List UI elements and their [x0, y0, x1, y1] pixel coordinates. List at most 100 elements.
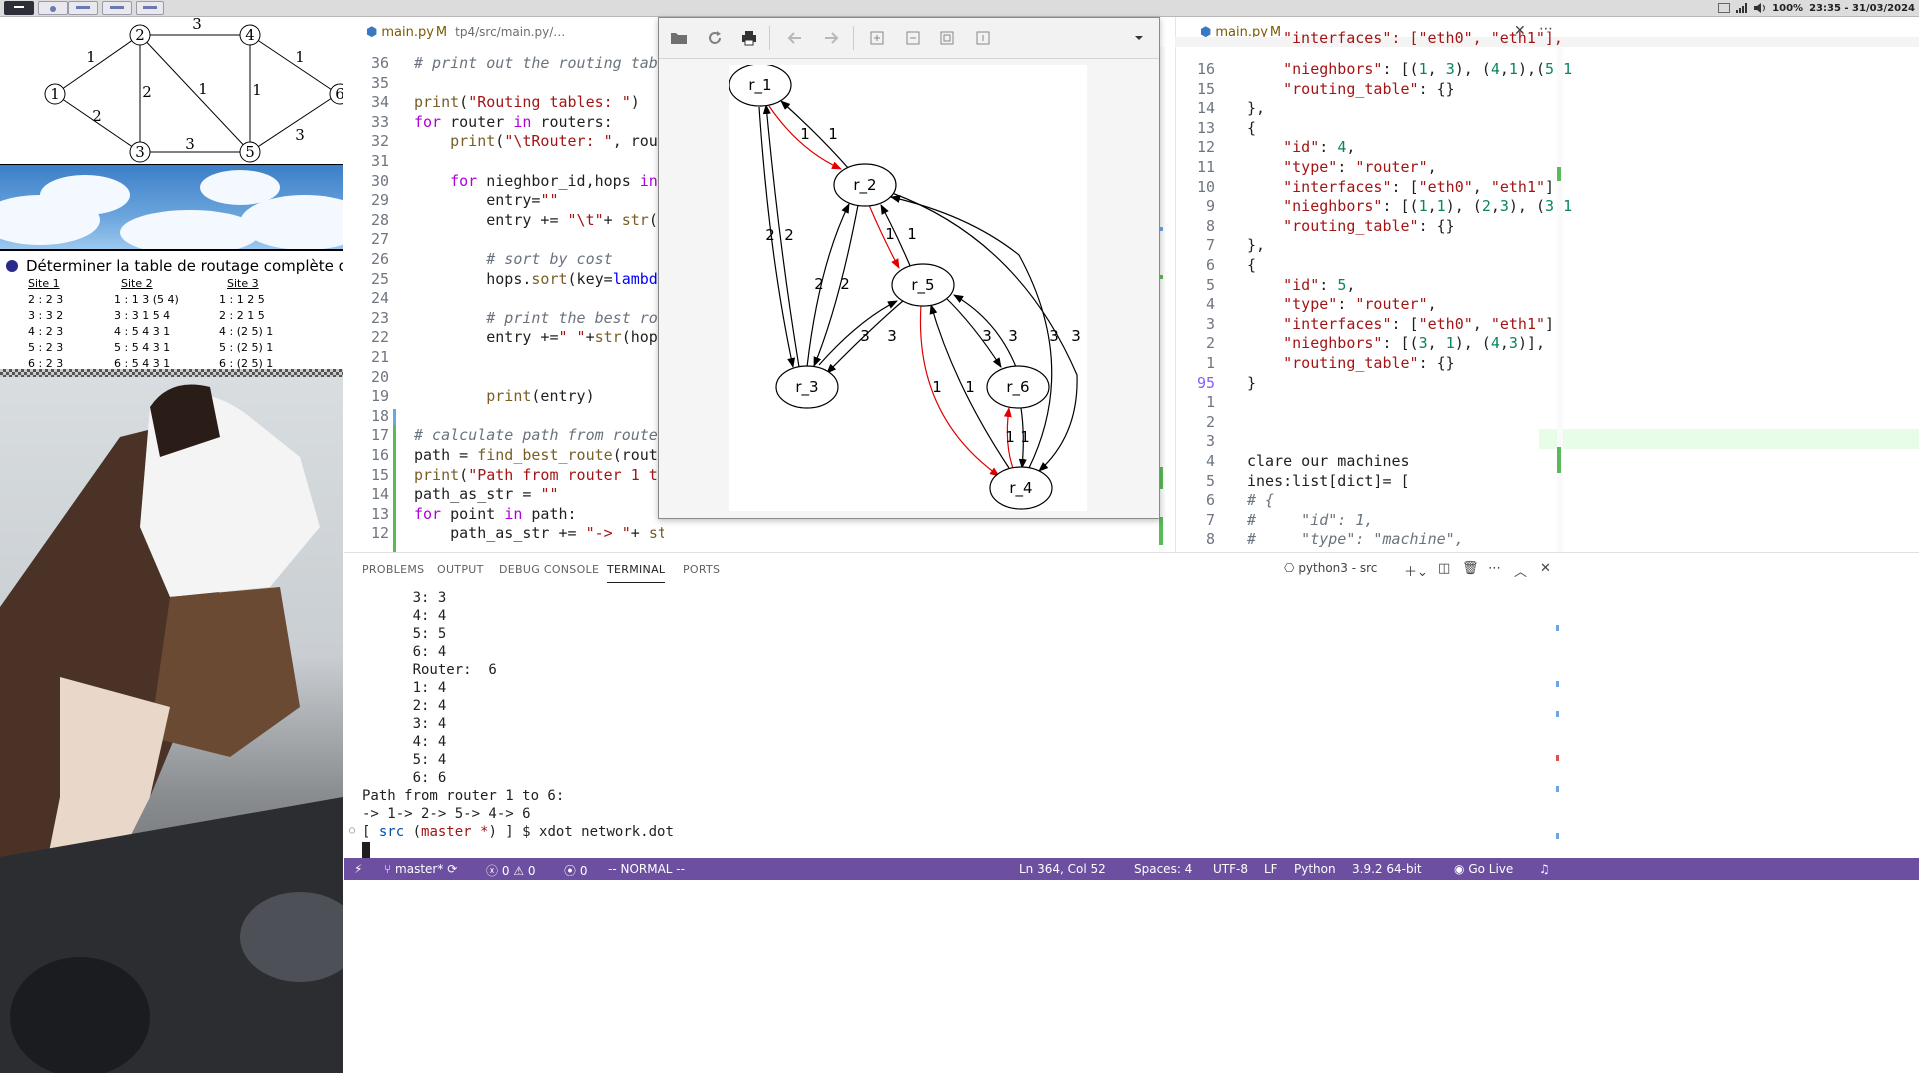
- tab-terminal[interactable]: TERMINAL: [607, 563, 666, 583]
- code-line[interactable]: 31: [344, 151, 664, 171]
- code-line[interactable]: 11 "type": "router",: [1175, 157, 1919, 177]
- code-line[interactable]: 2 "nieghbors": [(3, 1), (4,3)],: [1175, 333, 1919, 353]
- split-terminal-icon[interactable]: ◫: [1438, 561, 1450, 576]
- code-line[interactable]: 28 entry += "\t"+ str(n: [344, 210, 664, 230]
- code-line[interactable]: 4 clare our machines: [1175, 451, 1919, 471]
- code-line[interactable]: 3 "interfaces": ["eth0", "eth1"],: [1175, 314, 1919, 334]
- code-line[interactable]: 17 # calculate path from router: [344, 425, 664, 445]
- code-line[interactable]: 7 # "id": 1,: [1175, 510, 1919, 530]
- code-line[interactable]: 36 # print out the routing tabl: [344, 53, 664, 73]
- zoom-in-icon[interactable]: [867, 28, 887, 48]
- reload-icon[interactable]: [705, 28, 725, 48]
- graph-node-r4[interactable]: r_4: [1009, 479, 1032, 498]
- code-line[interactable]: 20: [344, 367, 664, 387]
- panel-scrollbar[interactable]: [1556, 593, 1562, 853]
- zoom-fit-icon[interactable]: [937, 28, 957, 48]
- close-panel-icon[interactable]: ✕: [1540, 561, 1551, 576]
- code-line[interactable]: 4 "type": "router",: [1175, 294, 1919, 314]
- code-line[interactable]: 30 for nieghbor_id,hops in: [344, 171, 664, 191]
- workspace-button-2[interactable]: [38, 1, 68, 15]
- new-terminal-icon[interactable]: ＋⌄: [1404, 561, 1428, 580]
- remote-icon[interactable]: ⚡: [354, 862, 362, 876]
- left-code-editor[interactable]: 36 # print out the routing tabl 35 34 print(…: [344, 53, 664, 553]
- code-line[interactable]: 33 for router in routers:: [344, 112, 664, 132]
- code-line[interactable]: 15 "routing_table": {}: [1175, 79, 1919, 99]
- code-line[interactable]: 14 path_as_str = "": [344, 484, 664, 504]
- print-icon[interactable]: [739, 28, 759, 48]
- workspace-button-1[interactable]: [4, 1, 34, 15]
- more-actions-icon[interactable]: ⋯: [1488, 561, 1501, 576]
- code-line[interactable]: 13 {: [1175, 118, 1919, 138]
- open-folder-icon[interactable]: [669, 28, 689, 48]
- graph-node-r2[interactable]: r_2: [853, 176, 876, 195]
- dropdown-arrow-icon[interactable]: [1129, 28, 1149, 48]
- right-code-editor[interactable]: 16 "nieghbors": [(1, 3), (4,1),(5,115 "r…: [1175, 59, 1919, 553]
- code-line[interactable]: 95}: [1175, 373, 1919, 393]
- maximize-panel-icon[interactable]: ︿: [1514, 561, 1527, 580]
- code-line[interactable]: 24: [344, 288, 664, 308]
- back-arrow-icon[interactable]: [785, 28, 805, 48]
- zoom-out-icon[interactable]: [903, 28, 923, 48]
- terminal-output[interactable]: 3: 3 4: 4 5: 5 6: 4 Router: 6 1: 4 2: 4 …: [362, 589, 564, 823]
- encoding-status[interactable]: UTF-8: [1213, 862, 1248, 876]
- ports-status[interactable]: ⦿ 0: [564, 862, 587, 879]
- code-line[interactable]: 6{: [1175, 255, 1919, 275]
- code-line[interactable]: 5 ines:list[dict]= [: [1175, 471, 1919, 491]
- problems-status[interactable]: ⓧ 0 ⚠ 0: [486, 862, 536, 879]
- workspace-button-3[interactable]: [68, 1, 98, 15]
- code-line[interactable]: 10 "interfaces": ["eth0", "eth1"],: [1175, 177, 1919, 197]
- tab-ports[interactable]: PORTS: [683, 563, 720, 576]
- code-line[interactable]: 16 "nieghbors": [(1, 3), (4,1),(5,1: [1175, 59, 1919, 79]
- code-line[interactable]: 1: [1175, 392, 1919, 412]
- code-line[interactable]: 21: [344, 347, 664, 367]
- code-line[interactable]: 15 print("Path from router 1 to: [344, 465, 664, 485]
- terminal-shell-selector[interactable]: ⎔ python3 - src: [1284, 561, 1377, 575]
- code-line[interactable]: 6 # {: [1175, 490, 1919, 510]
- code-line[interactable]: 1 "routing_table": {}: [1175, 353, 1919, 373]
- code-line[interactable]: 5 "id": 5,: [1175, 275, 1919, 295]
- code-line[interactable]: 23 # print the best rou: [344, 308, 664, 328]
- code-line[interactable]: 22 entry +=" "+str(hops: [344, 327, 664, 347]
- tab-debug-console[interactable]: DEBUG CONSOLE: [499, 563, 599, 576]
- code-line[interactable]: 29 entry="": [344, 190, 664, 210]
- code-line[interactable]: 16 path = find_best_route(route: [344, 445, 664, 465]
- network-graph-svg[interactable]: r_1 r_2 r_3 r_4 r_5 r_6 1 1 2 2 2 2 1 1 …: [728, 63, 1087, 511]
- notifications-icon[interactable]: ♫: [1539, 862, 1550, 876]
- code-line[interactable]: 8 # "type": "machine",: [1175, 529, 1919, 549]
- code-line[interactable]: 35: [344, 73, 664, 93]
- graph-node-r6[interactable]: r_6: [1006, 378, 1029, 397]
- indentation-status[interactable]: Spaces: 4: [1134, 862, 1192, 876]
- workspace-button-5[interactable]: [136, 1, 164, 15]
- python-interpreter[interactable]: 3.9.2 64-bit: [1352, 862, 1422, 876]
- cursor-position[interactable]: Ln 364, Col 52: [1019, 862, 1106, 876]
- graph-node-r1[interactable]: r_1: [748, 76, 771, 95]
- code-line[interactable]: 14},: [1175, 98, 1919, 118]
- code-line[interactable]: 8 "routing_table": {}: [1175, 216, 1919, 236]
- right-editor-scrollbar[interactable]: [1557, 47, 1563, 552]
- volume-icon[interactable]: [1754, 3, 1766, 13]
- code-line[interactable]: 26 # sort by cost: [344, 249, 664, 269]
- forward-arrow-icon[interactable]: [821, 28, 841, 48]
- language-mode[interactable]: Python: [1294, 862, 1336, 876]
- trash-icon[interactable]: 🗑: [1462, 561, 1479, 576]
- code-line[interactable]: 25 hops.sort(key=lambda: [344, 269, 664, 289]
- tab-problems[interactable]: PROBLEMS: [362, 563, 424, 576]
- terminal-prompt-line[interactable]: ○[ src (master *) ] $ xdot network.dot: [349, 823, 674, 841]
- code-line[interactable]: 34 print("Routing tables: "): [344, 92, 664, 112]
- window-icon[interactable]: [1718, 3, 1731, 13]
- code-line[interactable]: 12 path_as_str += "-> "+ str(point+1): [344, 523, 664, 543]
- code-line[interactable]: 27: [344, 229, 664, 249]
- graph-node-r3[interactable]: r_3: [795, 378, 818, 397]
- eol-status[interactable]: LF: [1264, 862, 1278, 876]
- zoom-100-icon[interactable]: [973, 28, 993, 48]
- graph-node-r5[interactable]: r_5: [911, 276, 934, 295]
- graph-canvas[interactable]: r_1 r_2 r_3 r_4 r_5 r_6 1 1 2 2 2 2 1 1 …: [728, 63, 1087, 511]
- code-line[interactable]: 7},: [1175, 235, 1919, 255]
- code-line[interactable]: 13 for point in path:: [344, 504, 664, 524]
- tab-output[interactable]: OUTPUT: [437, 563, 484, 576]
- code-line[interactable]: 32 print("\tRouter: ", rout: [344, 131, 664, 151]
- code-line[interactable]: 9 "nieghbors": [(1,1), (2,3), (3,1: [1175, 196, 1919, 216]
- workspace-button-4[interactable]: [102, 1, 132, 15]
- branch-status[interactable]: ⑂ master* ⟳: [384, 862, 457, 876]
- signal-icon[interactable]: [1736, 3, 1748, 13]
